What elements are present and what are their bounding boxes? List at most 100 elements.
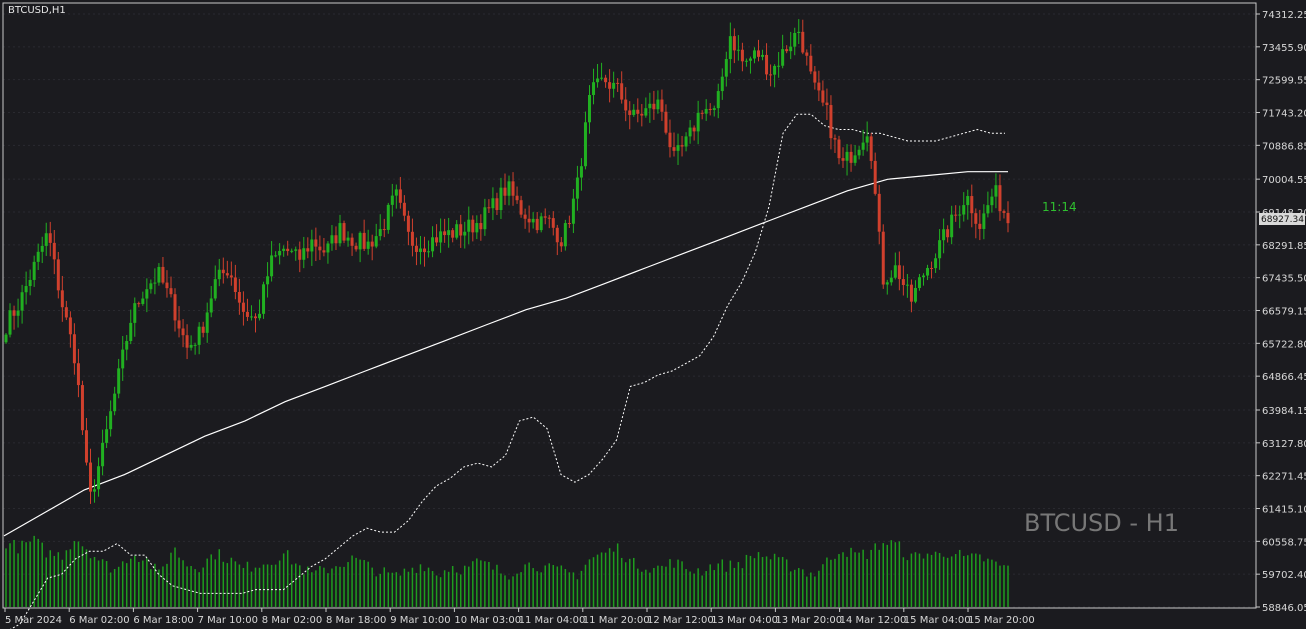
candle-body (986, 205, 990, 214)
candle-body (503, 187, 507, 196)
candle (262, 281, 266, 319)
candle-body (853, 155, 857, 163)
candle-body (60, 290, 64, 308)
candle-body (600, 77, 604, 79)
candle-body (318, 246, 322, 251)
candle-body (797, 31, 801, 33)
candle-body (68, 317, 72, 335)
candle-body (909, 284, 913, 302)
candle-body (491, 198, 495, 209)
candle-body (950, 214, 954, 238)
candle (881, 224, 885, 289)
candle-body (161, 266, 165, 283)
candle-body (262, 284, 266, 314)
current-price-marker: 68927.34 (1259, 213, 1305, 225)
candle-body (757, 50, 761, 57)
candle-body (821, 90, 825, 103)
candle-body (274, 255, 278, 257)
candle-body (539, 216, 543, 231)
candle-body (253, 316, 257, 319)
candle-body (439, 231, 443, 243)
x-tick-label: 11 Mar 04:00 (519, 615, 586, 626)
candle-body (197, 326, 201, 345)
candle-body (990, 196, 994, 206)
candle-body (579, 166, 583, 178)
candle-body (101, 442, 105, 467)
candle-body (938, 240, 942, 259)
candle-body (825, 102, 829, 106)
candle-body (117, 368, 121, 394)
bar-countdown: 11:14 (1042, 200, 1077, 214)
candle-body (716, 91, 720, 109)
candle-body (121, 349, 125, 369)
candle-body (547, 217, 551, 219)
candle-body (4, 334, 8, 343)
candle-body (402, 202, 406, 216)
candle-body (137, 303, 141, 305)
candle-body (294, 249, 298, 251)
candle-body (314, 239, 318, 247)
x-tick-label: 6 Mar 02:00 (69, 615, 129, 626)
candle-body (266, 276, 270, 285)
candle-body (676, 145, 680, 151)
candle-body (298, 249, 302, 260)
candle-body (322, 250, 326, 253)
candle-body (861, 142, 865, 150)
candle-body (52, 242, 56, 260)
candle-body (201, 326, 205, 333)
candle-body (889, 277, 893, 283)
candle (386, 202, 390, 234)
candle-body (833, 138, 837, 140)
y-tick-label: 74312.25 (1262, 10, 1306, 21)
candle-body (781, 49, 785, 66)
x-tick-label: 11 Mar 20:00 (583, 615, 650, 626)
candle-body (644, 108, 648, 116)
candle-body (636, 109, 640, 114)
candle-body (431, 237, 435, 252)
candle-body (954, 214, 958, 216)
candle-body (926, 267, 930, 276)
candle-body (350, 237, 354, 246)
candle-body (801, 31, 805, 53)
candle-body (165, 282, 169, 289)
candle-body (471, 219, 475, 233)
candle-body (519, 200, 523, 215)
candle-body (487, 207, 491, 209)
candle-body (688, 127, 692, 137)
candle-body (48, 233, 52, 243)
y-tick-label: 67435.50 (1262, 274, 1306, 285)
candle-body (467, 219, 471, 232)
candle-body (84, 430, 88, 463)
candle-body (358, 232, 362, 250)
y-tick-label: 70886.85 (1262, 141, 1306, 152)
candle-body (290, 250, 294, 252)
candle-body (748, 58, 752, 61)
x-tick-label: 14 Mar 12:00 (840, 615, 907, 626)
candle-body (913, 287, 917, 302)
watermark-label: BTCUSD - H1 (1024, 509, 1179, 537)
candle-body (495, 198, 499, 211)
candle-body (708, 108, 712, 111)
candle-body (423, 248, 427, 253)
candle-body (406, 215, 410, 232)
candle-body (700, 112, 704, 114)
candle-body (946, 229, 950, 238)
candle-body (841, 158, 845, 161)
candle-body (133, 303, 137, 323)
x-tick-label: 6 Mar 18:00 (133, 615, 193, 626)
candle-body (773, 65, 777, 75)
candle-body (193, 344, 197, 346)
candle-body (881, 231, 885, 285)
candle-body (583, 122, 587, 167)
candle-body (551, 218, 555, 228)
candle-body (596, 78, 600, 83)
candle-body (917, 277, 921, 288)
candle-body (113, 393, 117, 412)
candle-body (414, 245, 418, 252)
y-tick-label: 72599.55 (1262, 76, 1306, 87)
candle-body (362, 232, 366, 249)
candle-body (769, 74, 773, 76)
candle-body (169, 288, 173, 295)
y-tick-label: 58846.05 (1262, 603, 1306, 614)
y-tick-label: 64866.45 (1262, 372, 1306, 383)
